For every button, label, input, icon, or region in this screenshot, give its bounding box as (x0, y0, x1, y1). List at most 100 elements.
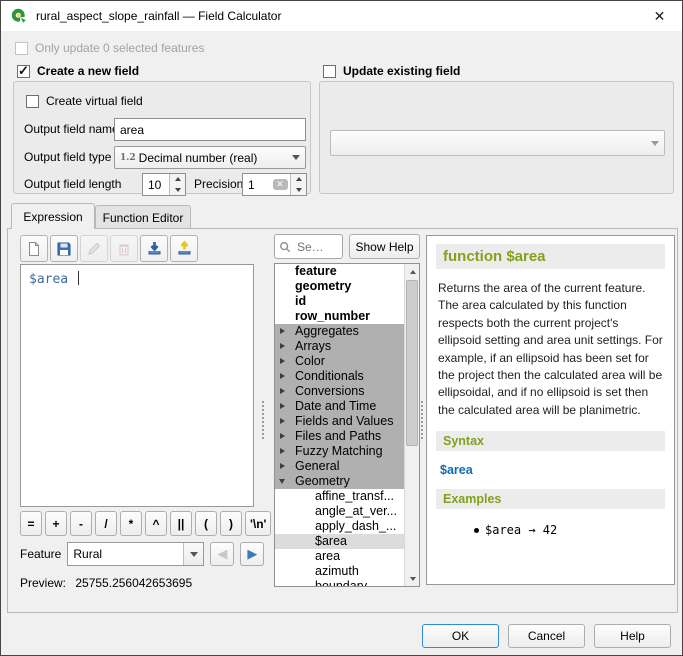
operator-button[interactable]: ^ (145, 511, 167, 536)
chevron-right-icon (280, 388, 285, 394)
tree-group-item[interactable]: Files and Paths (275, 429, 404, 444)
delete-expression-button[interactable] (110, 235, 138, 262)
output-field-length-label: Output field length (24, 177, 121, 191)
tree-group-item[interactable]: General (275, 459, 404, 474)
expression-editor[interactable]: $area (20, 264, 254, 507)
spin-down-icon[interactable] (291, 185, 306, 196)
text-cursor (78, 271, 79, 285)
expression-tab-panel: $area =+-/*^||()'\n' Feature Rural ◀ ▶ P… (7, 228, 678, 613)
tree-variable-item[interactable]: geometry (275, 279, 404, 294)
tree-group-item[interactable]: Aggregates (275, 324, 404, 339)
operator-button[interactable]: / (95, 511, 117, 536)
tree-group-item[interactable]: Date and Time (275, 399, 404, 414)
tree-group-item[interactable]: Conditionals (275, 369, 404, 384)
operator-button[interactable]: = (20, 511, 42, 536)
tab-function-editor[interactable]: Function Editor (95, 205, 191, 229)
arrow-right-icon: ▶ (247, 546, 257, 562)
ok-label: OK (452, 629, 469, 643)
operator-button[interactable]: ) (220, 511, 242, 536)
tree-group-item[interactable]: Color (275, 354, 404, 369)
spin-up-icon[interactable] (291, 174, 306, 185)
window-title: rural_aspect_slope_rainfall — Field Calc… (36, 9, 281, 23)
tree-group-item[interactable]: Arrays (275, 339, 404, 354)
cancel-button[interactable]: Cancel (508, 624, 585, 648)
chevron-right-icon (280, 343, 285, 349)
only-update-checkbox[interactable]: Only update 0 selected features (15, 41, 204, 55)
output-field-name-input[interactable] (114, 118, 306, 141)
import-expression-button[interactable] (140, 235, 168, 262)
tree-function-item[interactable]: $area (275, 534, 404, 549)
tree-variable-item[interactable]: feature (275, 264, 404, 279)
show-help-button[interactable]: Show Help (349, 234, 420, 259)
splitter-grip-right[interactable] (421, 401, 423, 439)
tree-function-item[interactable]: affine_transf... (275, 489, 404, 504)
preview-value: 25755.256042653695 (75, 576, 192, 590)
precision-spinbox[interactable]: 1 ✕ (242, 173, 307, 196)
chevron-right-icon (280, 358, 285, 364)
ok-button[interactable]: OK (422, 624, 499, 648)
tab-expression-label: Expression (23, 210, 82, 224)
chevron-down-icon (287, 147, 305, 168)
tab-expression[interactable]: Expression (11, 203, 95, 229)
operator-button[interactable]: - (70, 511, 92, 536)
tree-function-item[interactable]: area (275, 549, 404, 564)
tree-function-item[interactable]: apply_dash_... (275, 519, 404, 534)
spin-up-icon[interactable] (170, 174, 185, 185)
edit-expression-button[interactable] (80, 235, 108, 262)
operator-button[interactable]: ( (195, 511, 217, 536)
chevron-right-icon (280, 328, 285, 334)
tree-variable-item[interactable]: id (275, 294, 404, 309)
help-syntax-heading: Syntax (436, 431, 665, 451)
update-existing-field-checkbox[interactable]: Update existing field (323, 64, 460, 78)
existing-field-combo[interactable] (330, 130, 665, 156)
tree-function-item[interactable]: boundary (275, 579, 404, 586)
create-new-field-checkbox[interactable]: Create a new field (17, 64, 139, 78)
spin-down-icon[interactable] (170, 185, 185, 196)
clear-value-icon[interactable]: ✕ (270, 174, 290, 195)
operator-button[interactable]: * (120, 511, 142, 536)
chevron-down-icon (279, 479, 285, 487)
output-field-type-combo[interactable]: 1.2 Decimal number (real) (114, 146, 306, 169)
help-examples-heading: Examples (436, 489, 665, 509)
save-expression-button[interactable] (50, 235, 78, 262)
feature-combo[interactable]: Rural (67, 542, 204, 566)
operator-button[interactable]: + (45, 511, 67, 536)
help-example-item: $area → 42 (474, 523, 665, 537)
previous-feature-button[interactable]: ◀ (210, 542, 234, 566)
function-search[interactable] (274, 234, 343, 259)
help-button[interactable]: Help (594, 624, 671, 648)
tree-variable-item[interactable]: row_number (275, 309, 404, 324)
tree-function-item[interactable]: azimuth (275, 564, 404, 579)
output-field-length-value: 10 (143, 174, 169, 195)
operator-button[interactable]: '\n' (245, 511, 271, 536)
new-expression-button[interactable] (20, 235, 48, 262)
scrollbar-thumb[interactable] (406, 280, 418, 446)
title-bar: rural_aspect_slope_rainfall — Field Calc… (1, 1, 682, 31)
arrow-left-icon: ◀ (217, 546, 227, 562)
scroll-up-icon[interactable] (405, 264, 420, 279)
tree-group-item[interactable]: Fields and Values (275, 414, 404, 429)
cancel-label: Cancel (528, 629, 565, 643)
tree-function-item[interactable]: angle_at_ver... (275, 504, 404, 519)
tree-group-item[interactable]: Conversions (275, 384, 404, 399)
operator-button[interactable]: || (170, 511, 192, 536)
splitter-grip-left[interactable] (262, 401, 264, 439)
chevron-right-icon (280, 448, 285, 454)
operator-row: =+-/*^||()'\n' (20, 511, 271, 536)
export-expression-button[interactable] (170, 235, 198, 262)
tree-scrollbar[interactable] (404, 264, 419, 586)
only-update-label: Only update 0 selected features (35, 41, 204, 55)
create-virtual-field-checkbox[interactable]: Create virtual field (26, 94, 143, 108)
close-button[interactable]: ✕ (637, 1, 682, 31)
search-input[interactable] (295, 239, 331, 255)
next-feature-button[interactable]: ▶ (240, 542, 264, 566)
checkbox-checked-icon (17, 65, 30, 78)
chevron-right-icon (280, 373, 285, 379)
scroll-down-icon[interactable] (405, 571, 420, 586)
update-existing-field-group (319, 81, 674, 194)
tree-group-item[interactable]: Fuzzy Matching (275, 444, 404, 459)
checkbox-icon (15, 42, 28, 55)
output-field-length-spinbox[interactable]: 10 (142, 173, 186, 196)
update-existing-field-label: Update existing field (343, 64, 460, 78)
tree-group-item[interactable]: Geometry (275, 474, 404, 489)
